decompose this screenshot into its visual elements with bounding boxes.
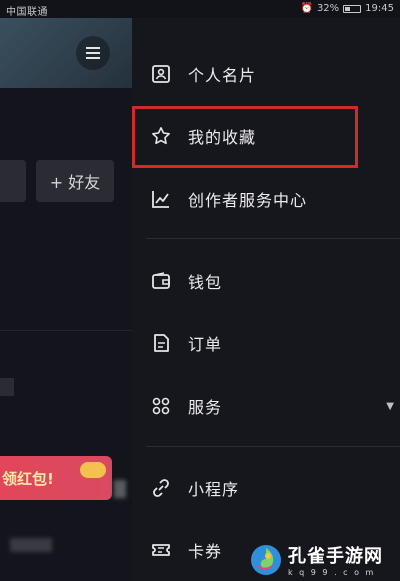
menu-item-mini-programs[interactable]: 小程序 — [132, 466, 400, 510]
menu-item-orders[interactable]: 订单 — [132, 321, 400, 365]
order-icon — [150, 332, 172, 354]
red-packet-text: 领红包! — [2, 470, 54, 488]
profile-header-banner — [0, 18, 132, 88]
status-right: ⏰ 32% 19:45 — [300, 3, 394, 14]
edit-profile-button[interactable] — [0, 160, 26, 202]
tab-indicator — [0, 378, 14, 396]
watermark-url: k q 9 9 . c o m — [288, 568, 376, 577]
battery-icon — [343, 4, 362, 13]
divider — [0, 330, 132, 331]
carrier-label: 中国联通 — [6, 7, 48, 18]
blurred-text — [10, 538, 52, 552]
highlight-box — [132, 106, 358, 168]
clock: 19:45 — [365, 3, 394, 14]
menu-item-label: 订单 — [188, 335, 223, 354]
divider — [146, 238, 400, 239]
battery-percent: 32% — [316, 3, 340, 14]
side-drawer: 个人名片 我的收藏 创作者服务中心 钱包 订单 服务 ▼ 小程序 卡券 — [132, 18, 400, 581]
menu-item-label: 个人名片 — [188, 66, 257, 85]
services-grid-icon — [150, 395, 172, 417]
menu-item-label: 服务 — [188, 398, 223, 417]
menu-item-label: 卡券 — [188, 542, 223, 561]
profile-card-icon — [150, 63, 172, 85]
menu-item-label: 钱包 — [188, 273, 223, 292]
menu-button[interactable] — [76, 36, 110, 70]
menu-item-profile-card[interactable]: 个人名片 — [132, 52, 400, 96]
mini-program-icon — [150, 477, 172, 499]
menu-item-services[interactable]: 服务 ▼ — [132, 384, 400, 428]
line-chart-icon — [150, 188, 172, 210]
menu-item-creator-center[interactable]: 创作者服务中心 — [132, 177, 400, 221]
menu-item-wallet[interactable]: 钱包 — [132, 259, 400, 303]
red-packet-banner[interactable]: 领红包! — [0, 456, 112, 500]
menu-item-label: 创作者服务中心 — [188, 191, 308, 210]
menu-item-label: 小程序 — [188, 480, 240, 499]
watermark-title: 孔雀手游网 — [288, 546, 383, 567]
blurred-element — [114, 480, 126, 498]
coin-badge-icon — [80, 462, 106, 478]
add-friend-button[interactable]: + 好友 — [36, 160, 114, 202]
coupon-icon — [150, 539, 172, 561]
alarm-icon: ⏰ — [300, 3, 313, 14]
peacock-logo-icon — [248, 542, 284, 578]
site-watermark: 孔雀手游网 k q 9 9 . c o m — [248, 538, 400, 581]
divider — [146, 446, 400, 447]
wallet-icon — [150, 270, 172, 292]
status-bar: 中国联通 ⏰ 32% 19:45 — [0, 0, 400, 18]
chevron-down-icon[interactable]: ▼ — [386, 401, 394, 412]
profile-background-pane[interactable]: + 好友 领红包! — [0, 18, 132, 581]
